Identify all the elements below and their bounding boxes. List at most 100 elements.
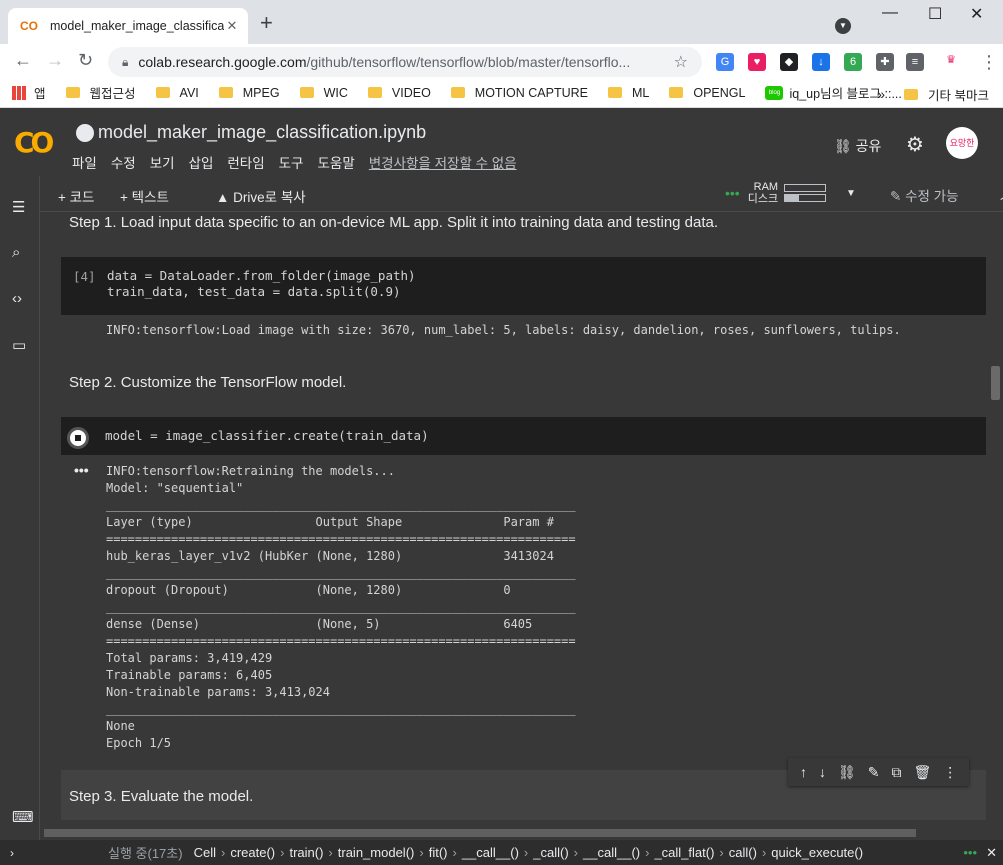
bookmark-folder[interactable]: MOTION CAPTURE: [450, 86, 588, 100]
code-cell-4[interactable]: [4] data = DataLoader.from_folder(image_…: [61, 257, 986, 315]
menu-runtime[interactable]: 런타임: [227, 152, 264, 172]
colab-logo-icon[interactable]: CO: [14, 126, 54, 159]
search-icon[interactable]: ⌕: [12, 244, 20, 261]
bookmark-folder[interactable]: ML: [608, 86, 649, 100]
notebook-title-text: model_maker_image_classification.ipynb: [98, 122, 427, 142]
maximize-icon[interactable]: ☐: [928, 4, 942, 24]
resources-indicator[interactable]: ••• RAM 디스크: [725, 181, 827, 205]
output-line: ________________________________________…: [106, 498, 576, 512]
bookmark-folder[interactable]: VIDEO: [367, 85, 431, 100]
share-button[interactable]: ⛓ 공유: [834, 136, 881, 156]
tab-search-icon[interactable]: ▼: [835, 18, 851, 34]
menu-edit[interactable]: 수정: [111, 152, 136, 172]
breadcrumb-item[interactable]: fit(): [429, 845, 448, 860]
copy-to-drive-button[interactable]: ▲ Drive로 복사: [216, 186, 306, 206]
edit-mode-button[interactable]: ✎ 수정 가능: [890, 185, 959, 205]
output-menu-button[interactable]: •••: [74, 462, 89, 478]
new-tab-button[interactable]: +: [260, 12, 273, 34]
close-tab-icon[interactable]: ✕: [224, 18, 240, 34]
bookmark-folder[interactable]: AVI: [155, 86, 199, 100]
reload-icon[interactable]: ↻: [78, 50, 93, 71]
bookmark-folder[interactable]: WIC: [299, 86, 348, 100]
bookmark-folder[interactable]: 웹접근성: [65, 83, 136, 102]
notebook-title[interactable]: model_maker_image_classification.ipynb: [76, 122, 426, 143]
breadcrumb-item[interactable]: _call(): [533, 845, 568, 860]
folder-icon: [218, 87, 233, 98]
pencil-icon[interactable]: ✎: [868, 764, 880, 781]
breadcrumb-item[interactable]: quick_execute(): [771, 845, 863, 860]
bookmark-folder[interactable]: MPEG: [218, 86, 280, 100]
extension-icon[interactable]: ◆: [780, 53, 798, 71]
horizontal-scrollbar[interactable]: [40, 828, 988, 838]
browser-tab-strip: CO model_maker_image_classification.ipy …: [0, 0, 1003, 44]
bookmarks-bar: 앱 웹접근성 AVI MPEG WIC VIDEO MOTION CAPTURE…: [0, 78, 1003, 108]
breadcrumb-item[interactable]: train_model(): [338, 845, 415, 860]
forward-icon[interactable]: →: [46, 50, 64, 71]
output-line: ________________________________________…: [106, 600, 576, 614]
add-text-button[interactable]: + 텍스트: [120, 186, 169, 206]
download-extension-icon[interactable]: ↓: [812, 53, 830, 71]
bookmark-apps[interactable]: 앱: [12, 83, 46, 102]
profile-avatar[interactable]: ♛: [940, 51, 962, 73]
link-icon[interactable]: ⛓: [838, 764, 856, 781]
vertical-scrollbar[interactable]: [988, 212, 1003, 840]
breadcrumb-separator: ›: [523, 845, 529, 860]
cell-source[interactable]: model = image_classifier.create(train_da…: [105, 428, 429, 444]
menu-insert[interactable]: 삽입: [189, 152, 214, 172]
arrow-up-icon[interactable]: ↑: [800, 764, 807, 780]
puzzle-icon[interactable]: ✚: [876, 53, 894, 71]
menu-file[interactable]: 파일: [72, 152, 97, 172]
breadcrumb-item[interactable]: __call__(): [583, 845, 640, 860]
drive-icon: ▲: [216, 190, 230, 205]
cell-output: INFO:tensorflow:Retraining the models...…: [106, 463, 576, 752]
breadcrumb-item[interactable]: __call__(): [462, 845, 519, 860]
more-icon[interactable]: ⋮: [943, 764, 957, 781]
breadcrumb-item[interactable]: create(): [230, 845, 275, 860]
chrome-menu-icon[interactable]: ⋮: [980, 52, 998, 73]
back-icon[interactable]: ←: [14, 50, 32, 71]
add-code-button[interactable]: + 코드: [58, 186, 94, 206]
reading-list-icon[interactable]: ≡: [906, 53, 924, 71]
menu-icon[interactable]: ☰: [12, 198, 25, 216]
stop-icon[interactable]: [67, 427, 89, 449]
breadcrumb-separator: ›: [645, 845, 650, 860]
chevron-down-icon[interactable]: ▼: [846, 188, 856, 199]
bookmark-star-icon[interactable]: ☆: [674, 52, 688, 72]
translate-extension-icon[interactable]: G: [716, 53, 734, 71]
keyboard-icon[interactable]: ⌨: [12, 808, 34, 826]
breadcrumb-item[interactable]: train(): [289, 845, 323, 860]
breadcrumb-item[interactable]: call(): [729, 845, 757, 860]
code-icon[interactable]: ‹›: [12, 290, 22, 307]
chevron-right-icon[interactable]: ›: [10, 846, 14, 860]
menu-view[interactable]: 보기: [150, 152, 175, 172]
output-line: Epoch 1/5: [106, 736, 172, 750]
folder-icon[interactable]: ▭: [12, 336, 26, 354]
extension-badge-icon[interactable]: 6: [844, 53, 862, 71]
mirror-icon[interactable]: ⧉: [892, 764, 902, 781]
call-stack-breadcrumb: Cell › create() › train() › train_model() › fit(…: [191, 845, 866, 860]
more-bookmarks-button[interactable]: »: [877, 86, 885, 102]
arrow-down-icon[interactable]: ↓: [819, 764, 826, 780]
breadcrumb-item[interactable]: _call_flat(): [654, 845, 714, 860]
delete-icon[interactable]: 🗑︎: [914, 764, 932, 781]
output-line: hub_keras_layer_v1v2 (HubKer (None, 1280…: [106, 549, 576, 563]
close-icon[interactable]: ✕: [986, 845, 997, 861]
bookmark-label: VIDEO: [391, 85, 431, 100]
extension-icon[interactable]: ♥: [748, 53, 766, 71]
browser-tab[interactable]: CO model_maker_image_classification.ipy …: [8, 8, 248, 44]
close-window-icon[interactable]: ✕: [970, 4, 983, 24]
other-bookmarks[interactable]: 기타 북마크: [904, 85, 989, 104]
code-cell-5[interactable]: model = image_classifier.create(train_da…: [61, 417, 986, 455]
bookmark-folder[interactable]: OPENGL: [669, 86, 745, 100]
menu-tools[interactable]: 도구: [279, 152, 304, 172]
avatar[interactable]: 요망한: [946, 127, 978, 159]
breadcrumb-item[interactable]: Cell: [194, 845, 216, 860]
cell-source[interactable]: data = DataLoader.from_folder(image_path…: [107, 268, 416, 300]
unsaved-notice[interactable]: 변경사항을 저장할 수 없음: [369, 152, 517, 172]
address-bar[interactable]: 🔒︎ colab.research.google.com/github/tens…: [108, 47, 702, 77]
breadcrumb-separator: ›: [280, 845, 285, 860]
minimize-icon[interactable]: —: [882, 4, 898, 22]
gear-icon[interactable]: ⚙: [906, 132, 924, 157]
menu-help[interactable]: 도움말: [317, 152, 354, 172]
output-line: Non-trainable params: 3,413,024: [106, 685, 330, 699]
